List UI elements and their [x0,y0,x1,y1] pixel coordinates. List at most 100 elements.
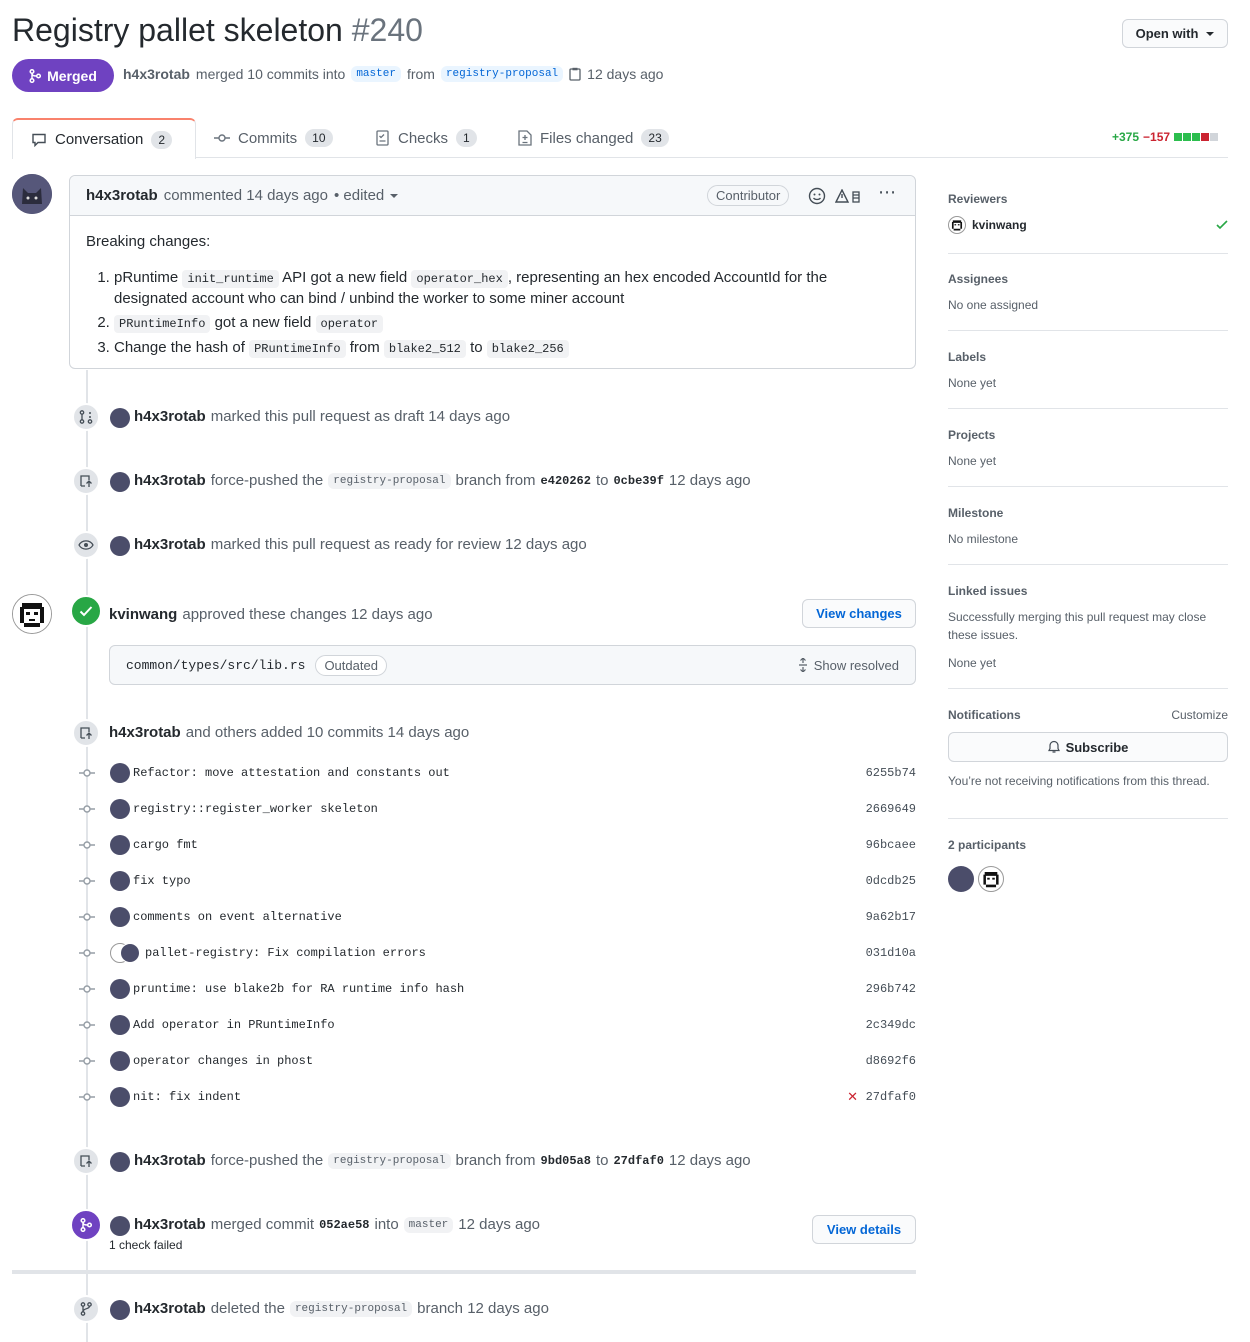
force-push-badge [72,467,100,495]
open-with-button[interactable]: Open with [1122,19,1228,48]
head-branch[interactable]: registry-proposal [440,66,564,82]
commit-icon [76,840,98,850]
commit-author-avatar[interactable] [110,1015,130,1035]
draft-event-badge [72,403,100,431]
commit-sha-link[interactable]: 0dcdb25 [866,874,916,888]
event-author[interactable]: h4x3rotab [134,408,206,425]
commit-author-avatar[interactable] [110,907,130,927]
commit-message-link[interactable]: nit: fix indent [133,1090,241,1104]
tab-files-changed[interactable]: Files changed 23 [518,118,669,158]
sidebar-heading[interactable]: Assignees [948,272,1228,286]
comment-author[interactable]: h4x3rotab [86,187,158,204]
view-changes-button[interactable]: View changes [802,599,916,628]
commit-author-avatar[interactable] [110,979,130,999]
commit-author-avatar[interactable] [110,871,130,891]
pr-number: #240 [351,12,423,48]
author-avatar-small[interactable] [110,408,130,428]
branch-label[interactable]: master [403,1216,454,1233]
tab-checks[interactable]: Checks 1 [376,118,477,158]
commit-message-link[interactable]: pallet-registry: Fix compilation errors [145,946,426,960]
check-status-link[interactable]: 1 check failed [109,1238,182,1252]
kebab-menu-icon[interactable]: ⋯ [878,182,897,203]
merge-icon [29,68,42,83]
commit-icon [214,134,230,142]
commit-row: comments on event alternative 9a62b17 [76,905,916,929]
commit-coauthor-avatar[interactable] [120,943,140,963]
commit-author-avatar[interactable] [110,1087,130,1107]
commit-message-link[interactable]: cargo fmt [133,838,198,852]
author-avatar-small[interactable] [110,472,130,492]
commit-sha-link[interactable]: 031d10a [866,946,916,960]
sidebar-heading[interactable]: Milestone [948,506,1228,520]
participant-avatar[interactable] [978,866,1004,892]
commit-sha-link[interactable]: 2c349dc [866,1018,916,1032]
branch-label[interactable]: registry-proposal [328,472,451,489]
base-branch[interactable]: master [351,66,401,82]
commit-sha-link[interactable]: 296b742 [866,982,916,996]
copy-icon[interactable] [569,67,581,81]
edited-dropdown[interactable]: • edited [334,187,384,204]
comment-header: h4x3rotab commented 14 days ago • edited… [70,176,915,216]
commit-message-link[interactable]: operator changes in phost [133,1054,313,1068]
commit-sha-link[interactable]: 96bcaee [866,838,916,852]
report-icon[interactable] [835,189,863,205]
event-author[interactable]: h4x3rotab [134,1152,206,1169]
tab-conversation[interactable]: Conversation 2 [12,118,196,159]
force-push-event-text: h4x3rotab force-pushed the registry-propo… [134,1152,751,1169]
commit-sha-link[interactable]: d8692f6 [866,1054,916,1068]
smiley-icon[interactable] [808,187,826,205]
author-avatar-small[interactable] [110,536,130,556]
commit-sha-link[interactable]: 052ae58 [319,1218,369,1232]
author-link[interactable]: h4x3rotab [123,66,190,82]
commit-sha-link[interactable]: 27dfaf0 [613,1154,663,1168]
author-avatar-small[interactable] [110,1216,130,1236]
branch-label[interactable]: registry-proposal [289,1300,413,1317]
file-path-link[interactable]: common/types/src/lib.rs [126,658,305,673]
commit-author-avatar[interactable] [110,1051,130,1071]
participant-avatar[interactable] [948,866,974,892]
event-author[interactable]: h4x3rotab [109,724,181,741]
event-author[interactable]: h4x3rotab [134,1216,206,1233]
commit-message-link[interactable]: Add operator in PRuntimeInfo [133,1018,335,1032]
commit-author-avatar[interactable] [110,763,130,783]
reviewer-name[interactable]: kvinwang [972,218,1027,232]
author-avatar-small[interactable] [110,1300,130,1320]
sidebar-heading[interactable]: Reviewers [948,192,1228,206]
commit-sha-link[interactable]: 27dfaf0 [866,1090,916,1104]
commit-author-avatar[interactable] [110,799,130,819]
view-details-button[interactable]: View details [812,1215,916,1244]
commit-sha-link[interactable]: 0cbe39f [613,474,663,488]
reviewer-avatar[interactable] [12,594,52,634]
tab-commits[interactable]: Commits 10 [214,118,333,158]
event-author[interactable]: h4x3rotab [134,536,206,553]
sidebar-heading[interactable]: Labels [948,350,1228,364]
author-avatar-small[interactable] [110,1152,130,1172]
comment-time[interactable]: commented 14 days ago [164,187,328,204]
show-resolved-button[interactable]: Show resolved [798,658,899,673]
commits-added-badge [72,719,100,747]
draft-event-text: h4x3rotab marked this pull request as dra… [134,408,510,425]
commit-sha-link[interactable]: 2669649 [866,802,916,816]
commit-message-link[interactable]: fix typo [133,874,191,888]
commit-message-link[interactable]: pruntime: use blake2b for RA runtime inf… [133,982,464,996]
pr-meta: h4x3rotab merged 10 commits into master … [123,66,663,82]
sidebar-heading: Linked issues [948,584,1028,598]
commit-sha-link[interactable]: 9a62b17 [866,910,916,924]
commit-sha-link[interactable]: 9bd05a8 [541,1154,591,1168]
event-author[interactable]: h4x3rotab [134,472,206,489]
branch-label[interactable]: registry-proposal [328,1152,451,1169]
repo-push-icon [80,1155,92,1167]
customize-link[interactable]: Customize [1171,708,1228,722]
commit-sha-link[interactable]: 6255b74 [866,766,916,780]
author-avatar[interactable] [12,174,52,214]
commit-sha-link[interactable]: e420262 [541,474,591,488]
event-author[interactable]: h4x3rotab [134,1300,206,1317]
subscribe-button[interactable]: Subscribe [948,732,1228,762]
sidebar-heading[interactable]: Projects [948,428,1228,442]
commit-author-avatar[interactable] [110,835,130,855]
commit-message-link[interactable]: comments on event alternative [133,910,342,924]
commit-message-link[interactable]: Refactor: move attestation and constants… [133,766,450,780]
x-icon[interactable]: ✕ [847,1089,858,1105]
event-author[interactable]: kvinwang [109,606,177,623]
commit-message-link[interactable]: registry::register_worker skeleton [133,802,378,816]
